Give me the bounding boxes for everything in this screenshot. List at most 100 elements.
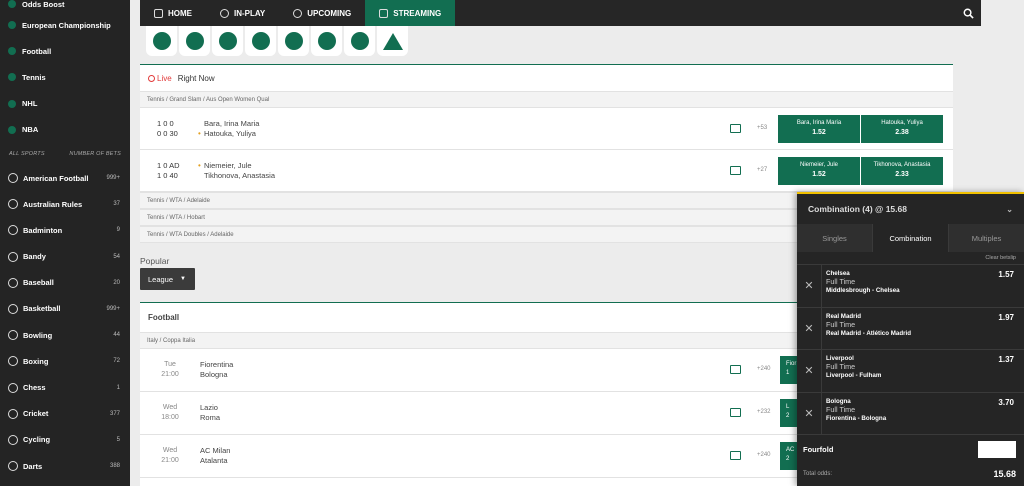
sidebar-item-tennis[interactable]: Tennis [0,64,130,90]
sport-label: Bowling [23,330,53,340]
stake-input[interactable] [978,441,1016,458]
close-icon[interactable]: ✕ [797,307,822,349]
selection-event: Real Madrid - Atlético Madrid [826,329,912,337]
all-sports-heading: ALL SPORTS [9,150,45,157]
odds-button[interactable]: Hatouka, Yuliya 2.38 [861,115,943,143]
sport-filter-volleyball[interactable] [311,26,342,56]
match-hour: 21:00 [161,371,179,378]
more-markets-link[interactable]: +240 [757,452,771,458]
more-markets-link[interactable]: +232 [757,409,771,415]
tab-combination[interactable]: Combination [872,224,949,252]
odds-button[interactable]: Bara, Irina Maria 1.52 [778,115,860,143]
odds-value: 2 [786,456,790,462]
sport-label: Boxing [23,356,49,366]
sidebar-item-nhl[interactable]: NHL [0,91,130,117]
selection-event: Fiorentina - Bologna [826,414,887,422]
sidebar-item-sport[interactable]: Boxing 72 [0,348,130,374]
sport-filter-tabletennis[interactable] [278,26,309,56]
bandy-icon [8,251,18,262]
sport-filter-american-football[interactable] [245,26,276,56]
breadcrumb[interactable]: Tennis / Grand Slam / Aus Open Women Qua… [140,91,953,108]
tab-label: IN-PLAY [234,8,266,18]
sidebar-item-sport[interactable]: Chess 1 [0,374,130,400]
tv-icon[interactable] [730,408,741,417]
odds-button[interactable]: Niemeier, Jule 1.52 [778,157,860,185]
odds-label: Tikhonova, Anastasia [873,162,931,168]
league-dropdown[interactable]: League ▼ [140,268,195,290]
sport-filter-tennis[interactable] [179,26,210,56]
players: Bara, Irina Maria Hatouka, Yuliya [204,119,404,139]
tab-in-play[interactable]: IN-PLAY [206,0,279,26]
selection-market: Full Time [826,404,856,414]
sidebar-item-sport[interactable]: Baseball 20 [0,270,130,296]
tv-icon[interactable] [730,124,741,133]
sport-label: Cricket [23,409,49,419]
number-of-bets-heading: NUMBER OF BETS [69,150,121,157]
close-icon[interactable]: ✕ [797,350,822,392]
tv-icon[interactable] [730,365,741,374]
selection-info: Real Madrid Full Time Real Madrid - Atléti… [822,308,911,350]
cricket-icon [8,408,18,419]
score: 1 0 AD 1 0 40 [140,161,198,181]
sidebar-item-sport[interactable]: Darts 388 [0,453,130,479]
close-icon[interactable]: ✕ [797,392,822,434]
betslip-selection: ✕ Liverpool Full Time Liverpool - Fulham 1… [797,349,1024,392]
tab-label: STREAMING [393,8,442,18]
more-markets-link[interactable]: +53 [757,125,767,131]
hockey-icon [8,99,16,108]
search-button[interactable] [955,0,981,26]
selection-price: 3.70 [998,397,1014,407]
player-name: Niemeier, Jule [204,160,252,170]
sidebar-sports-list: American Football 999+ Australian Rules 37… [0,165,130,479]
sidebar-item-odds-boost[interactable]: Odds Boost [0,0,130,12]
sidebar-item-nba[interactable]: NBA [0,117,130,143]
sidebar-item-sport[interactable]: Basketball 999+ [0,296,130,322]
odds-button[interactable]: Tikhonova, Anastasia 2.33 [861,157,943,185]
betslip-header[interactable]: Combination (4) @ 15.68 ⌄ [797,194,1024,224]
tv-icon[interactable] [730,166,741,175]
tab-label: Multiples [971,233,1002,243]
teams: Lazio Roma [200,403,400,423]
score-line: 1 0 0 [157,118,174,128]
chevron-down-icon[interactable]: ⌄ [1006,205,1013,214]
sidebar-item-sport[interactable]: Cycling 5 [0,427,130,453]
sport-filter-football[interactable] [146,26,177,56]
sport-label: Australian Rules [23,199,83,209]
sport-filter-basketball[interactable] [212,26,243,56]
more-markets-link[interactable]: +27 [757,167,767,173]
close-icon[interactable]: ✕ [797,265,822,307]
bet-count: 999+ [106,175,120,182]
top-navigation: HOME IN-PLAY UPCOMING STREAMING [140,0,981,26]
sidebar-section-header: ALL SPORTS NUMBER OF BETS [0,143,130,165]
tab-multiples[interactable]: Multiples [949,224,1024,252]
table-row[interactable]: 1 0 00 0 30 • Bara, Irina Maria Hatouka, … [140,108,953,150]
search-icon [963,8,974,19]
more-markets-link[interactable]: +240 [757,366,771,372]
players: Niemeier, Jule Tikhonova, Anastasia [204,161,404,181]
sidebar-item-sport[interactable]: Cricket 377 [0,401,130,427]
sidebar-item-label: Tennis [22,72,46,82]
tv-icon[interactable] [730,451,741,460]
sidebar-item-sport[interactable]: Bowling 44 [0,322,130,348]
sidebar-item-football[interactable]: Football [0,38,130,64]
tab-singles[interactable]: Singles [797,224,872,252]
sidebar-item-sport[interactable]: American Football 999+ [0,165,130,191]
tab-home[interactable]: HOME [140,0,206,26]
bet-count: 5 [116,436,120,443]
team-name: Bologna [200,370,228,379]
sidebar-item-sport[interactable]: Australian Rules 37 [0,191,130,217]
table-row[interactable]: 1 0 AD 1 0 40 • Niemeier, Jule Tikhonova, … [140,150,953,192]
match-day: Wed [162,447,178,454]
tab-streaming[interactable]: STREAMING [365,0,456,26]
tennis-ball-icon [350,32,369,50]
team-name: AC Milan [200,446,231,455]
tab-upcoming[interactable]: UPCOMING [279,0,365,26]
clear-betslip-link[interactable]: Clear betslip [797,252,1024,264]
sidebar-item-european-championship[interactable]: European Championship [0,12,130,38]
total-odds-label: Total odds: [803,471,833,477]
sport-filter-snooker[interactable] [377,26,408,56]
sport-filter-tennis-ball[interactable] [344,26,375,56]
sidebar-item-sport[interactable]: Bandy 54 [0,244,130,270]
bowling-icon [8,330,18,341]
sidebar-item-sport[interactable]: Badminton 9 [0,217,130,243]
